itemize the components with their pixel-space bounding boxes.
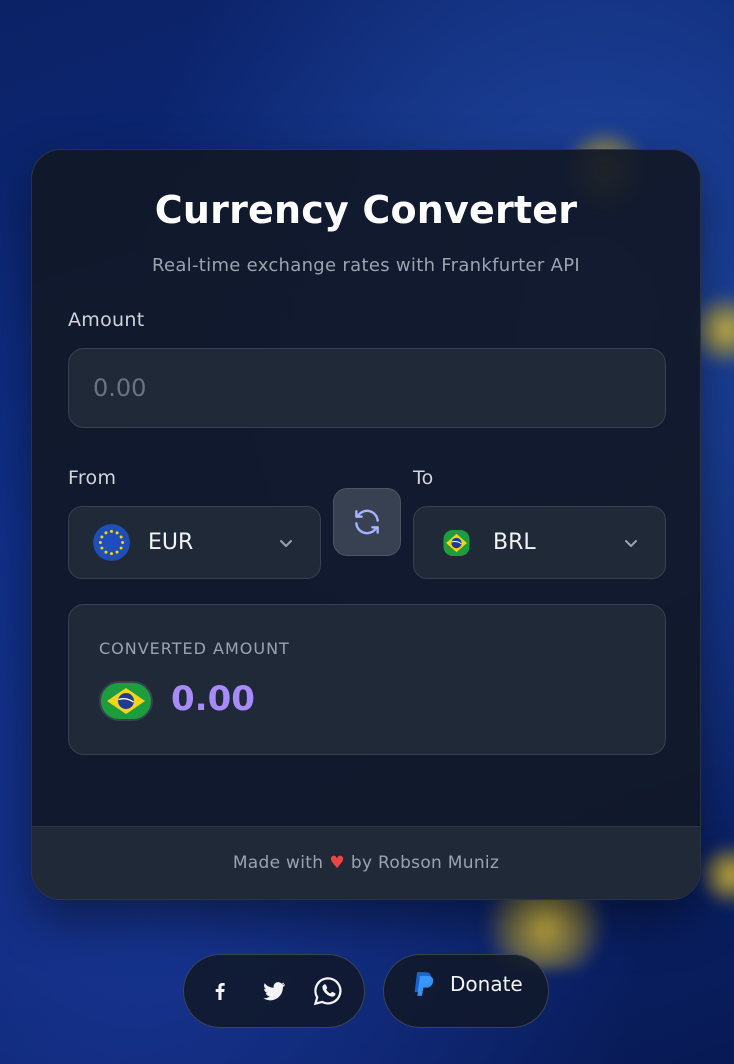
footer-prefix: Made with: [232, 853, 324, 873]
twitter-share-link[interactable]: [256, 973, 292, 1009]
amount-label: Amount: [68, 309, 145, 331]
converted-amount-value: 0.00: [171, 679, 255, 719]
heart-icon: ♥: [329, 853, 345, 873]
donate-label: Donate: [450, 972, 523, 996]
whatsapp-icon: [313, 977, 342, 1006]
converter-card: Currency Converter Real-time exchange ra…: [31, 149, 701, 900]
facebook-icon: [215, 983, 225, 1000]
from-currency-code: EUR: [148, 530, 194, 555]
eu-flag-icon: [93, 524, 130, 561]
donate-button[interactable]: Donate: [383, 954, 549, 1028]
social-share-bar: [183, 954, 365, 1028]
facebook-share-link[interactable]: [202, 973, 238, 1009]
from-label: From: [68, 467, 117, 489]
converted-amount-panel: CONVERTED AMOUNT 0.00: [68, 604, 666, 755]
footer-author: by Robson Muniz: [350, 853, 500, 873]
to-currency-code: BRL: [493, 530, 536, 555]
brazil-flag-icon: [99, 681, 153, 721]
whatsapp-share-link[interactable]: [310, 973, 346, 1009]
footer: Made with ♥ by Robson Muniz: [32, 826, 700, 899]
swap-refresh-icon: [355, 509, 379, 535]
twitter-icon: [263, 982, 286, 1001]
from-currency-select[interactable]: EUR: [68, 506, 321, 579]
swap-currencies-button[interactable]: [333, 488, 401, 556]
to-label: To: [413, 467, 434, 489]
page-title: Currency Converter: [154, 188, 578, 232]
page-subtitle: Real-time exchange rates with Frankfurte…: [151, 255, 580, 276]
paypal-icon: [414, 972, 434, 996]
amount-input[interactable]: [68, 348, 666, 428]
to-currency-select[interactable]: BRL: [413, 506, 666, 579]
converted-amount-label: CONVERTED AMOUNT: [99, 639, 290, 658]
chevron-down-icon: [280, 539, 292, 547]
brazil-flag-icon: [443, 529, 470, 556]
chevron-down-icon: [625, 539, 637, 547]
background-star: [700, 840, 734, 910]
